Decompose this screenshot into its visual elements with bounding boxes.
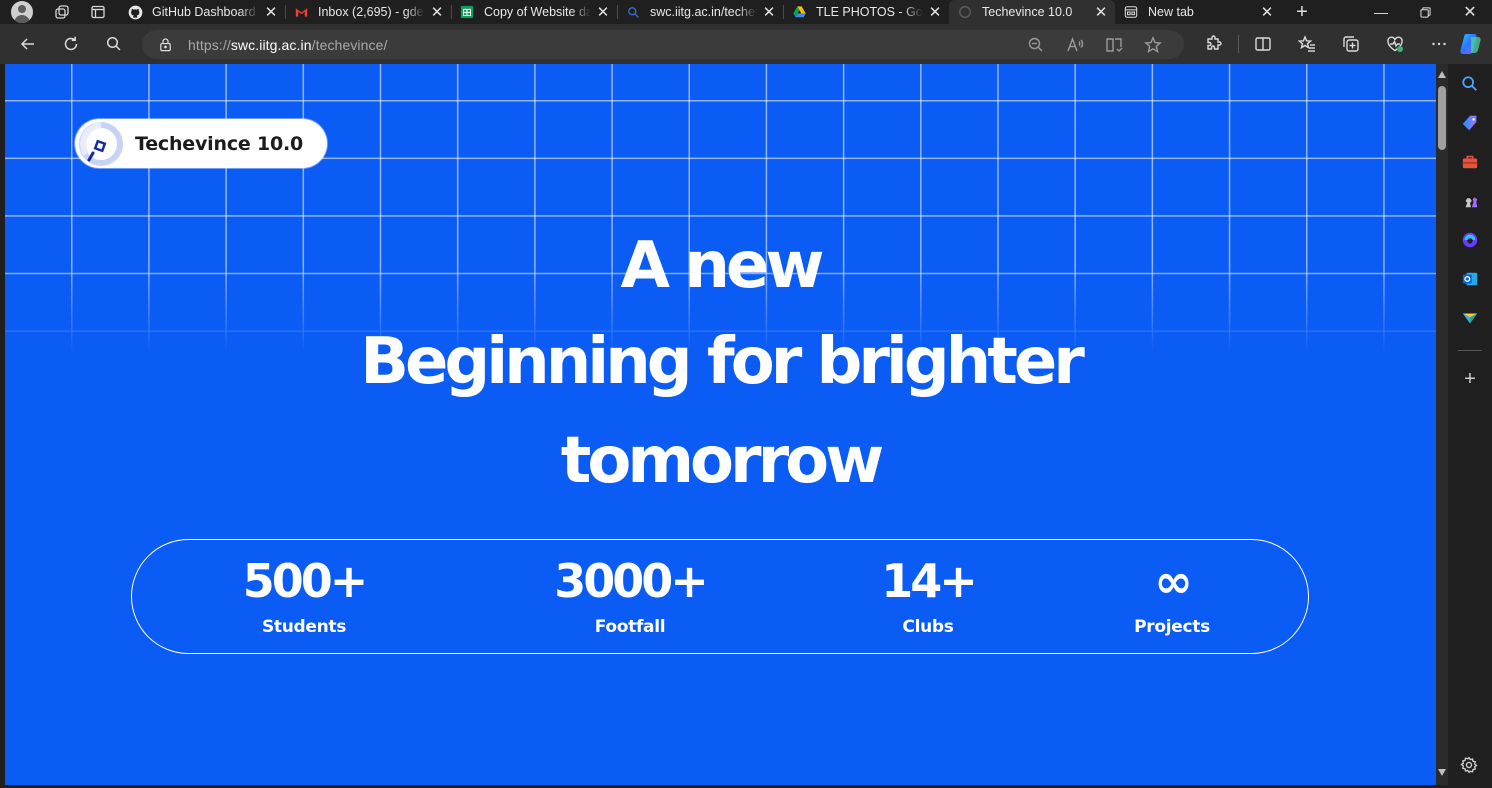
edge-sidebar: +	[1448, 64, 1492, 788]
sidebar-games-icon[interactable]	[1460, 191, 1480, 211]
stat-value: 3000+	[554, 554, 709, 608]
immersive-reader-icon[interactable]	[1094, 29, 1133, 61]
url-path: /techevince/	[311, 36, 388, 53]
favorites-icon[interactable]	[1285, 28, 1329, 60]
workspaces-icon[interactable]	[47, 0, 77, 24]
stats-panel: 500+ Students 3000+ Footfall 14+ Clubs ∞…	[131, 539, 1309, 654]
refresh-icon[interactable]	[51, 28, 91, 60]
split-screen-icon[interactable]	[1241, 28, 1285, 60]
tab-title: Copy of Website data	[484, 5, 591, 19]
address-bar[interactable]: https://swc.iitg.ac.in/techevince/	[142, 30, 1184, 59]
lock-icon[interactable]	[158, 37, 174, 53]
hero-headline-line-2: Beginning for brighter	[360, 325, 1085, 399]
sidebar-drop-icon[interactable]	[1460, 308, 1480, 328]
collections-icon[interactable]	[1329, 28, 1373, 60]
sidebar-add-icon[interactable]: +	[1460, 369, 1480, 389]
stat-value: ∞	[1154, 554, 1192, 608]
url-host: swc.iitg.ac.in	[230, 36, 312, 53]
tab-close-icon[interactable]: ✕	[1259, 4, 1275, 21]
drive-icon	[791, 4, 807, 20]
back-icon[interactable]	[8, 28, 48, 60]
tab-newtab[interactable]: New tab ✕	[1115, 0, 1281, 24]
minimize-icon[interactable]: —	[1359, 0, 1403, 24]
search-icon[interactable]	[94, 28, 134, 60]
extensions-icon[interactable]	[1192, 28, 1236, 60]
stat-label: Projects	[1134, 617, 1210, 637]
tab-close-icon[interactable]: ✕	[927, 4, 943, 21]
copilot-icon[interactable]	[1458, 33, 1482, 55]
tab-close-icon[interactable]: ✕	[263, 4, 279, 21]
tab-sheets[interactable]: Copy of Website data ✕	[451, 0, 617, 24]
tab-title: New tab	[1148, 5, 1194, 19]
read-aloud-icon[interactable]	[1055, 29, 1094, 61]
more-options-icon[interactable]	[1417, 28, 1461, 60]
tab-gmail[interactable]: Inbox (2,695) - gdev ✕	[285, 0, 451, 24]
stat-value: 14+	[881, 554, 978, 608]
gmail-icon	[293, 4, 309, 20]
sidebar-outlook-icon[interactable]	[1460, 269, 1480, 289]
tab-close-icon[interactable]: ✕	[429, 4, 445, 21]
tab-title: swc.iitg.ac.in/techevince	[650, 5, 757, 19]
favorite-star-icon[interactable]	[1133, 29, 1172, 61]
browser-toolbar: https://swc.iitg.ac.in/techevince/	[0, 24, 1492, 64]
scroll-up-arrow-icon[interactable]	[1438, 71, 1446, 78]
scroll-thumb[interactable]	[1438, 86, 1446, 150]
techevince-logo-icon	[78, 121, 124, 167]
search-icon	[625, 4, 641, 20]
sidebar-shopping-tag-icon[interactable]	[1460, 113, 1480, 133]
browser-essentials-icon[interactable]	[1373, 28, 1417, 60]
tab-title: TLE PHOTOS - Google Drive	[816, 5, 923, 19]
tab-title: Techevince 10.0	[982, 5, 1073, 19]
loading-icon	[957, 4, 973, 20]
tab-title: Inbox (2,695) - gdev	[318, 5, 425, 19]
tab-strip: GitHub Dashboard ✕ Inbox (2,695) - gdev …	[0, 0, 1492, 24]
new-tab-button[interactable]: +	[1289, 0, 1315, 24]
stat-projects: ∞ Projects	[1052, 540, 1292, 655]
site-logo-pill[interactable]: Techevince 10.0	[75, 119, 327, 168]
tab-close-icon[interactable]: ✕	[761, 4, 777, 21]
url-scheme: https://	[188, 36, 231, 53]
sidebar-separator	[1458, 350, 1482, 351]
logo-text: Techevince 10.0	[135, 132, 304, 155]
sheets-icon	[459, 4, 475, 20]
tab-swc-search[interactable]: swc.iitg.ac.in/techevince ✕	[617, 0, 783, 24]
stat-label: Footfall	[594, 617, 666, 637]
tab-title: GitHub Dashboard	[152, 5, 256, 19]
newtab-icon	[1123, 4, 1139, 20]
close-window-icon[interactable]: ✕	[1448, 0, 1492, 24]
stat-students: 500+ Students	[184, 540, 424, 655]
profile-avatar-icon[interactable]	[11, 1, 33, 23]
stat-label: Students	[261, 617, 347, 637]
tab-techevince[interactable]: Techevince 10.0 ✕	[949, 0, 1115, 24]
github-icon	[127, 4, 143, 20]
stat-value: 500+	[242, 554, 369, 608]
sidebar-copilot-icon[interactable]	[1460, 230, 1480, 250]
toolbar-separator	[1238, 35, 1239, 53]
sidebar-settings-gear-icon[interactable]	[1460, 756, 1480, 776]
tab-drive[interactable]: TLE PHOTOS - Google Drive ✕	[783, 0, 949, 24]
hero-headline-line-1: A new	[620, 229, 825, 303]
tab-actions-icon[interactable]	[83, 0, 113, 24]
url-text[interactable]: https://swc.iitg.ac.in/techevince/	[188, 37, 388, 53]
zoom-out-icon[interactable]	[1016, 29, 1055, 61]
hero-headline-line-3: tomorrow	[560, 424, 884, 498]
stat-footfall: 3000+ Footfall	[510, 540, 750, 655]
tab-github[interactable]: GitHub Dashboard ✕	[119, 0, 285, 24]
restore-icon[interactable]	[1403, 0, 1447, 24]
tab-close-icon[interactable]: ✕	[595, 4, 611, 21]
stat-label: Clubs	[902, 617, 954, 637]
sidebar-tools-icon[interactable]	[1460, 152, 1480, 172]
tab-close-icon[interactable]: ✕	[1093, 4, 1109, 21]
sidebar-search-icon[interactable]	[1460, 74, 1480, 94]
web-page: Techevince 10.0 A new Beginning for brig…	[5, 64, 1436, 785]
stat-clubs: 14+ Clubs	[808, 540, 1048, 655]
page-scrollbar[interactable]	[1436, 64, 1448, 785]
scroll-down-arrow-icon[interactable]	[1438, 769, 1446, 776]
